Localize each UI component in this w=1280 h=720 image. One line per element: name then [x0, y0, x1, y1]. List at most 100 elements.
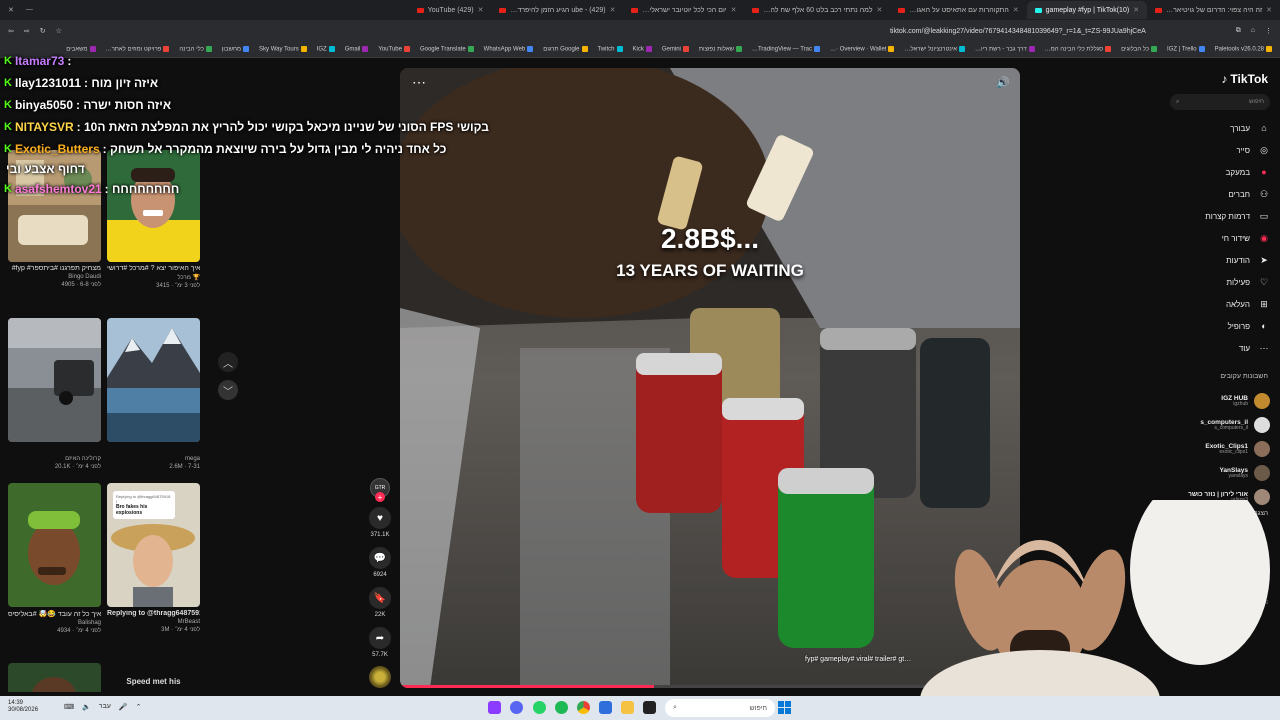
comment-button[interactable]: 💬	[369, 547, 391, 569]
share-button[interactable]: ➦	[369, 627, 391, 649]
bookmark-item[interactable]: IGZ	[317, 46, 335, 53]
tab-active[interactable]: ✕ gameplay #fyp | TikTok(10)	[1026, 1, 1148, 19]
bookmark-item[interactable]: שאלות נפוצות	[699, 46, 742, 53]
bookmark-item[interactable]: IGZ | Trello	[1167, 46, 1205, 53]
feed-thumbnail[interactable]	[8, 150, 101, 262]
back-icon[interactable]: ⇦	[8, 27, 14, 35]
feed-card-author[interactable]: מרכל 🏆	[107, 274, 201, 281]
feed-card[interactable]: Speed met his	[107, 663, 200, 686]
creator-avatar[interactable]: GTR +	[370, 478, 390, 502]
terminal-icon[interactable]	[643, 701, 656, 714]
forward-icon[interactable]: ⇨	[24, 27, 30, 35]
feed-thumbnail[interactable]	[107, 318, 200, 442]
scroll-up-button[interactable]: ︿	[218, 352, 238, 372]
app-icon[interactable]	[488, 701, 501, 714]
sidebar-item-home[interactable]: ⌂ עבורך	[1160, 120, 1270, 136]
browser-tab[interactable]: ✕ (429) YouTube	[409, 1, 492, 19]
scroll-down-button[interactable]: ﹀	[218, 380, 238, 400]
clock[interactable]: 14:39 30/08/2026	[8, 700, 38, 714]
bookmark-item[interactable]: Twitch	[598, 46, 623, 53]
tab-close-icon[interactable]: ✕	[731, 6, 737, 14]
like-button[interactable]: ♥	[369, 507, 391, 529]
bookmark-item[interactable]: Kick	[633, 46, 652, 53]
browser-tab[interactable]: ✕ למה נתתי רכב בלט 60 אלף שח לה…	[744, 1, 890, 19]
tab-close-icon[interactable]: ✕	[1133, 6, 1139, 14]
tab-close-icon[interactable]: ✕	[1266, 6, 1272, 14]
feed-card[interactable]	[8, 663, 101, 692]
bookmark-item[interactable]: Google תרגום	[543, 46, 588, 53]
reload-icon[interactable]: ↻	[40, 27, 46, 35]
sidebar-item-activity[interactable]: ♡ פעילות	[1160, 274, 1270, 290]
feed-card-title[interactable]: Replying to @thragg64875918 l…	[107, 610, 200, 617]
feed-card[interactable]: איך האיפור יצא ? #מרכל #דרושי foryou @Du…	[107, 150, 200, 289]
bookmark-item[interactable]: פרויקט ומוזים לאתר…	[106, 46, 170, 53]
tiktok-logo[interactable]: ♪ TikTok	[1221, 72, 1268, 86]
music-disc-icon[interactable]	[369, 666, 391, 688]
tray-expand-icon[interactable]: ⌃	[136, 703, 142, 711]
whatsapp-icon[interactable]	[533, 701, 546, 714]
following-account[interactable]: IGZ HUB igzhub	[1160, 390, 1270, 412]
bookmark-item[interactable]: Paletools v26.0.28	[1215, 46, 1272, 53]
bookmark-item[interactable]: משאבים	[66, 46, 96, 53]
bookmark-item[interactable]: Google Translate	[420, 46, 474, 53]
bookmark-item[interactable]: TradingView — Trac…	[752, 46, 821, 53]
feed-thumbnail[interactable]	[107, 150, 200, 262]
windows-start-icon[interactable]	[778, 701, 791, 714]
tab-close-icon[interactable]: ✕	[877, 6, 883, 14]
chrome-icon[interactable]	[577, 701, 590, 714]
bookmark-item[interactable]: WhatsApp Web	[484, 46, 534, 53]
bookmark-item[interactable]: סגללת כלי הבינה המ…	[1045, 46, 1112, 53]
spotify-icon[interactable]	[555, 701, 568, 714]
taskbar-search[interactable]: חיפוש ⌕	[665, 699, 775, 717]
sidebar-item-drama[interactable]: ▭ דרמות קצרות	[1160, 208, 1270, 224]
feed-card-author[interactable]: קרולינה האיזם	[8, 456, 101, 462]
sidebar-item-live[interactable]: ◉ שידור חי	[1160, 230, 1270, 246]
bookmark-item[interactable]: כלי הבינה	[179, 46, 212, 53]
close-window-icon[interactable]: ✕	[8, 6, 14, 14]
sidebar-item-upload[interactable]: ⊞ העלאה	[1160, 296, 1270, 312]
sound-toggle-icon[interactable]: 🔊	[996, 76, 1010, 89]
browser-tab[interactable]: ✕ התקוהרות עם אתאיסט על האגו…	[890, 1, 1026, 19]
tab-close-icon[interactable]: ✕	[1013, 6, 1019, 14]
feed-card-author[interactable]: mega	[107, 456, 200, 462]
search-input[interactable]: חיפוש ⌕	[1170, 94, 1270, 110]
feed-card[interactable]: הם מבינים את העולם הזה … איך כל זה עובד …	[8, 483, 101, 634]
bookmark-item[interactable]: מחשבון	[222, 46, 250, 53]
browser-tab[interactable]: ✕ יום הכי לכל יוטיובר ישראלי…	[623, 1, 744, 19]
feed-thumbnail[interactable]	[8, 663, 101, 692]
tab-close-icon[interactable]: ✕	[478, 6, 484, 14]
feed-thumbnail[interactable]: Replying to @thragg64875918 l Bro fakes …	[107, 483, 200, 607]
volume-icon[interactable]: 🔈	[82, 703, 91, 711]
bookmark-item[interactable]: Sky Way Tours	[259, 46, 307, 53]
bookmark-item[interactable]: Overview · Wallet ·…	[830, 46, 895, 53]
sidebar-item-following[interactable]: ● במעקב	[1160, 164, 1270, 180]
feed-card-title[interactable]: הם מבינים את העולם הזה … איך כל זה עובד …	[8, 610, 101, 618]
home-browser-icon[interactable]: ⌂	[1251, 27, 1255, 35]
feed-card-author[interactable]: Balishag	[8, 620, 101, 626]
sidebar-item-messages[interactable]: ➤ הודעות	[1160, 252, 1270, 268]
bookmark-item[interactable]: כל הבלוגים	[1121, 46, 1158, 53]
bookmark-star-icon[interactable]: ☆	[56, 27, 62, 35]
following-account[interactable]: Exotic_Clips1 exotic_clips1	[1160, 438, 1270, 460]
language-indicator[interactable]: עבר	[99, 703, 111, 711]
store-icon[interactable]	[599, 701, 612, 714]
feed-card-title[interactable]: איך האיפור יצא ? #מרכל #דרושי foryou @Du…	[107, 265, 200, 272]
browser-tab[interactable]: ✕ ube - (429) הגיע הזמן להיפרד…	[491, 1, 623, 19]
sidebar-item-profile[interactable]: ◐ פרופיל	[1160, 318, 1270, 334]
folder-icon[interactable]	[621, 701, 634, 714]
feed-card-title[interactable]: #fyp #מצחיק תפרגנו #ביתספר	[8, 265, 101, 272]
follow-plus-icon[interactable]: +	[375, 492, 385, 502]
bookmark-item[interactable]: אינטרנציונל ישראל…	[904, 46, 966, 53]
feed-card[interactable]: #fyp #מצחיק תפרגנו #ביתספר Bingo Daudi 4…	[8, 150, 101, 288]
tab-close-icon[interactable]: ✕	[610, 6, 616, 14]
bookmark-item[interactable]: דרך גבר - רשת ריו…	[975, 46, 1035, 53]
bookmark-item[interactable]: Gemini	[662, 46, 689, 53]
sidebar-item-more[interactable]: ⋯ עוד	[1160, 340, 1270, 356]
following-account[interactable]: s_computers_il s_computers_il	[1160, 414, 1270, 436]
following-account[interactable]: YanSlays yanslays	[1160, 462, 1270, 484]
sidebar-item-compass[interactable]: ◎ סייר	[1160, 142, 1270, 158]
feed-thumbnail[interactable]	[8, 483, 101, 607]
keyboard-icon[interactable]: ⌨	[64, 703, 74, 711]
mic-icon[interactable]: 🎤	[119, 703, 128, 711]
browser-menu-icon[interactable]: ⋮	[1265, 27, 1272, 35]
